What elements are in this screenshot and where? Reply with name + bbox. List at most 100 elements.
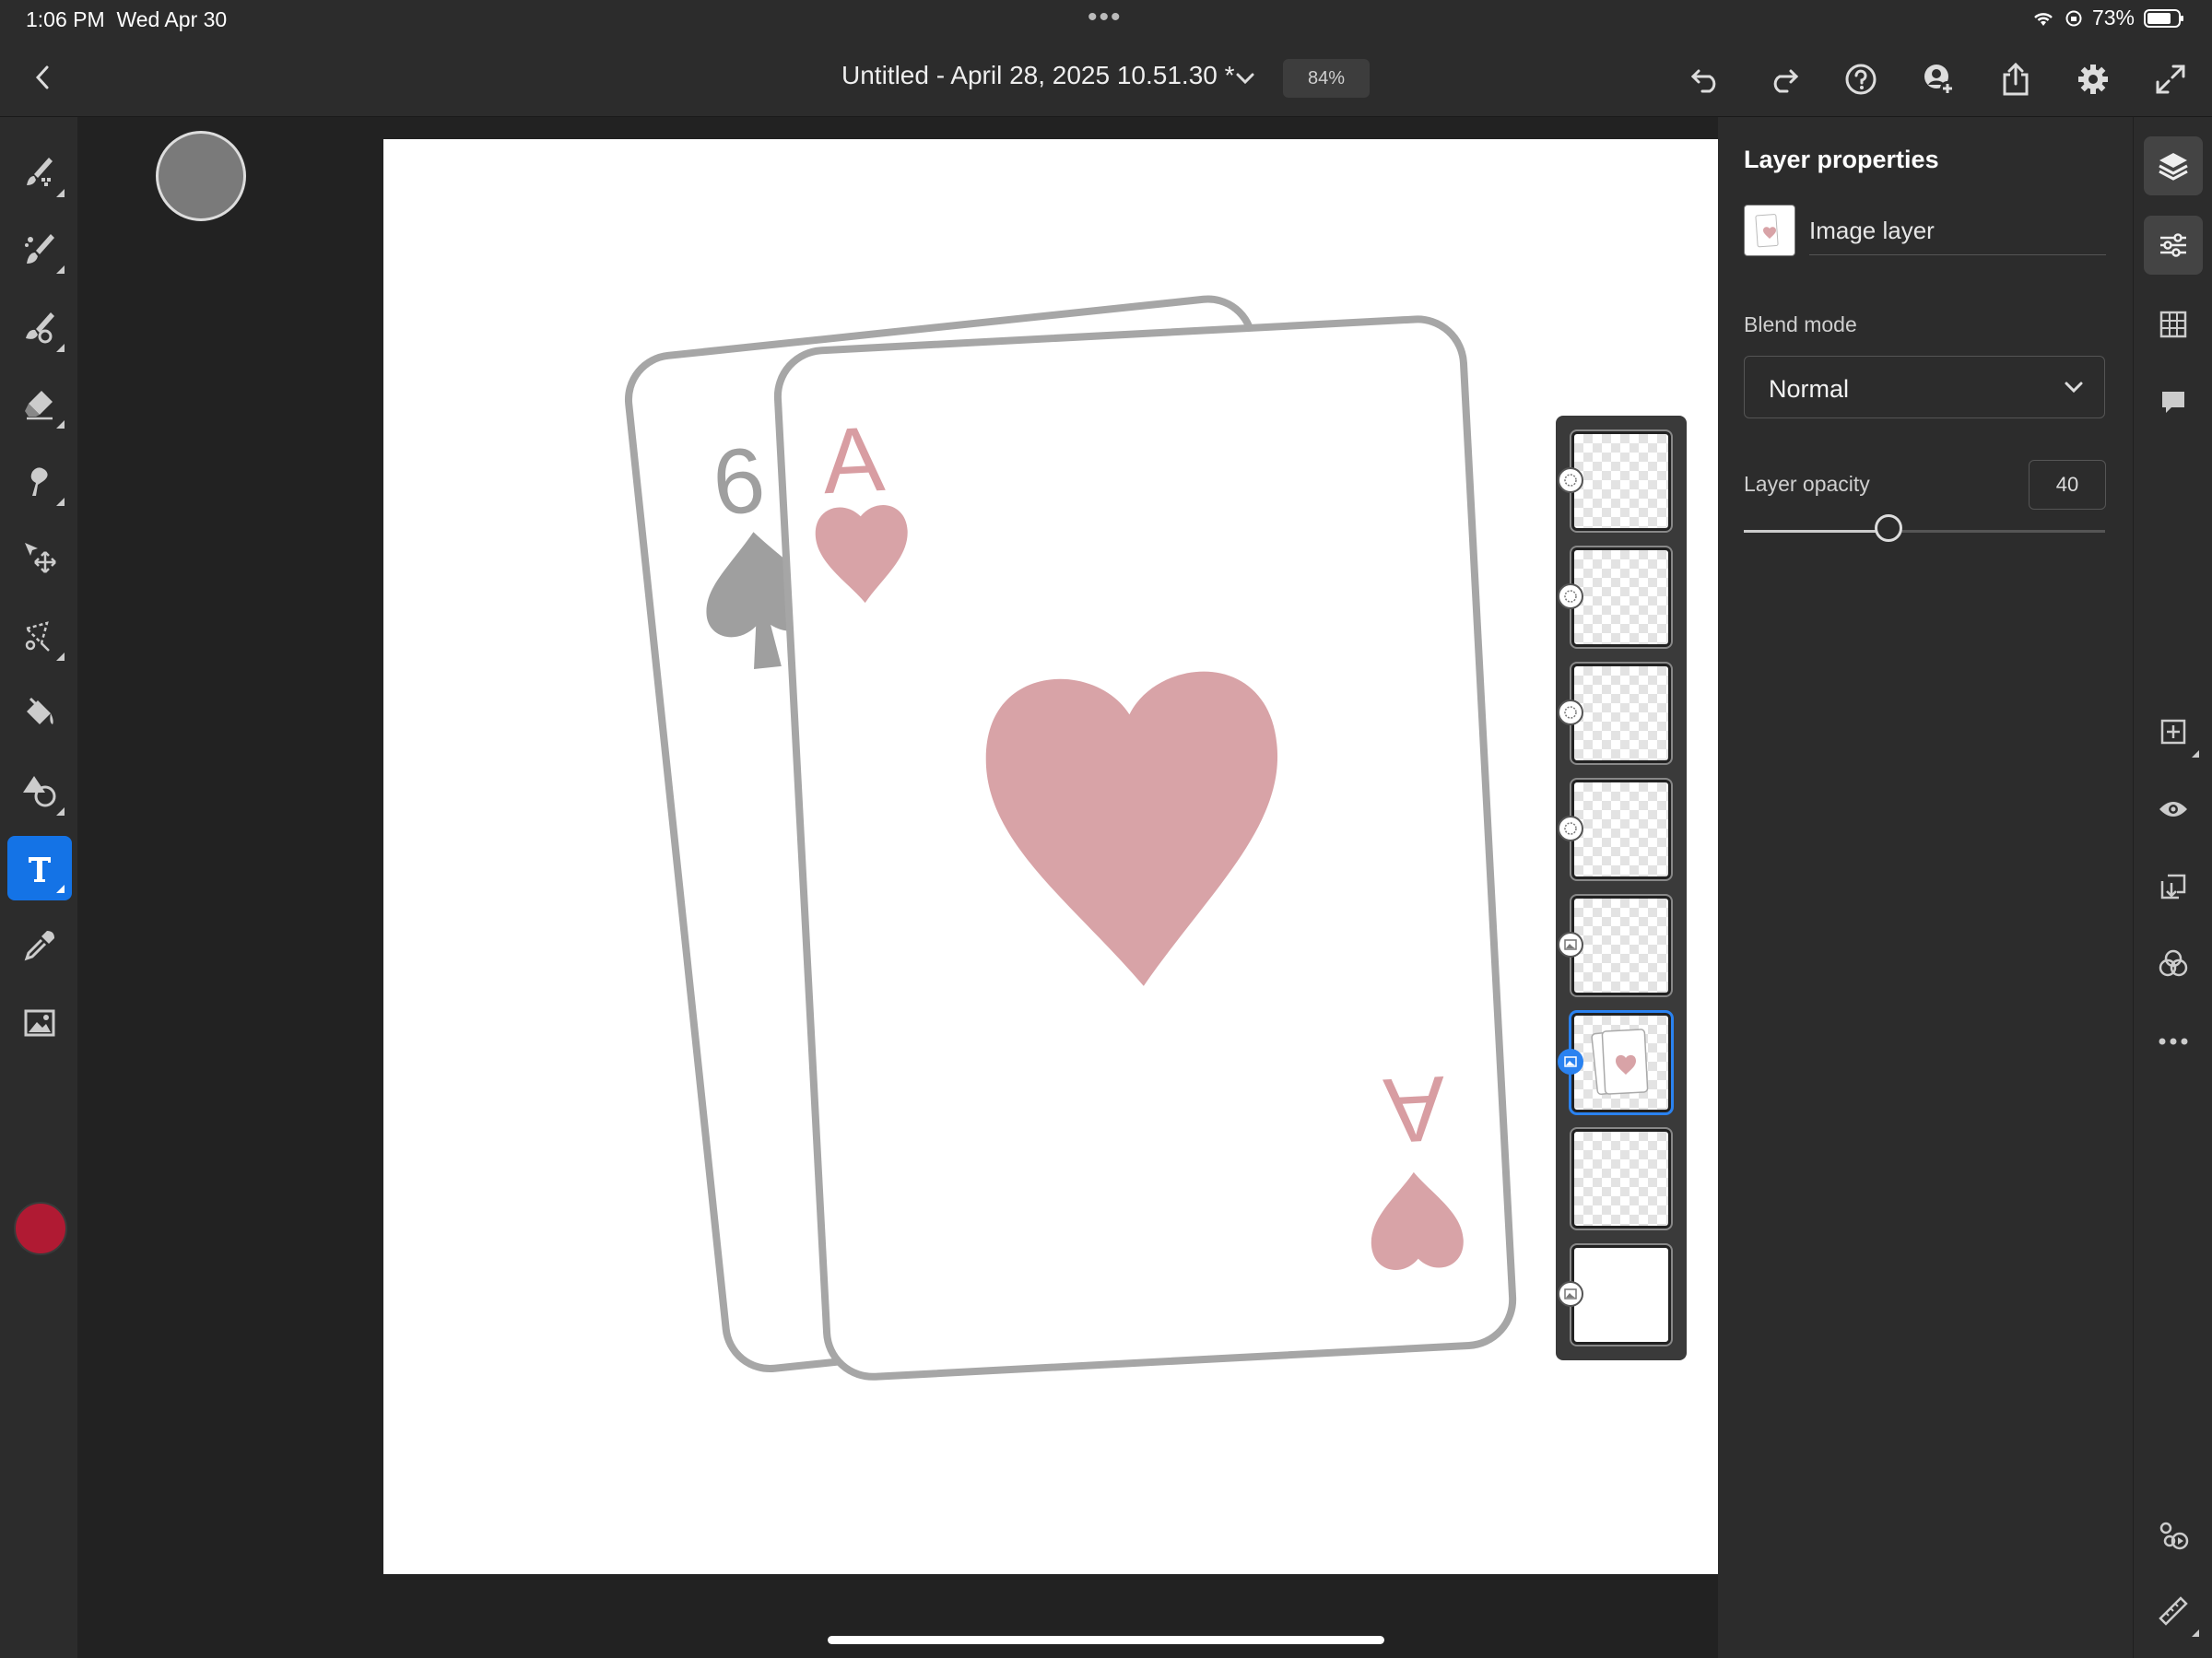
opacity-label: Layer opacity	[1744, 472, 1870, 496]
front-card-rank: A	[820, 407, 888, 513]
shapes-icon	[23, 776, 56, 807]
fullscreen-button[interactable]	[2150, 59, 2191, 100]
layer-thumbnail-8-background[interactable]	[1570, 1243, 1673, 1346]
adjustment-layer-icon	[1558, 583, 1583, 609]
image-layer-icon	[1558, 1281, 1583, 1307]
undo-button[interactable]	[1686, 59, 1726, 100]
tool-options-indicator	[56, 420, 65, 429]
layer-thumbnail-7[interactable]	[1570, 1127, 1673, 1230]
tool-eraser[interactable]	[7, 371, 72, 436]
chevron-left-icon	[35, 65, 49, 89]
layer-thumbnail-4[interactable]	[1570, 778, 1673, 881]
top-bar: Untitled - April 28, 2025 10.51.30 * 84%	[0, 39, 2212, 117]
layer-thumbnail-6-selected[interactable]	[1569, 1010, 1674, 1115]
canvas[interactable]: 6 A A	[383, 139, 1718, 1574]
tool-options-indicator	[56, 653, 65, 661]
help-button[interactable]	[1841, 59, 1881, 100]
undo-icon	[1690, 69, 1716, 93]
tool-brush[interactable]	[7, 217, 72, 281]
healing-brush-icon	[26, 312, 54, 344]
foreground-color-swatch[interactable]	[14, 1202, 67, 1255]
document-title[interactable]: Untitled - April 28, 2025 10.51.30 *	[841, 61, 1235, 90]
ruler-icon	[2159, 1596, 2188, 1626]
merge-down-button[interactable]	[2144, 857, 2203, 916]
ruler-button[interactable]	[2144, 1582, 2203, 1640]
redo-icon	[1773, 69, 1799, 93]
merge-down-icon	[2160, 874, 2186, 900]
invite-button[interactable]	[1918, 59, 1959, 100]
battery-icon	[2144, 8, 2183, 28]
title-menu-button[interactable]	[1231, 65, 1259, 92]
blend-mode-select[interactable]: Normal	[1744, 356, 2105, 418]
tool-options-indicator	[56, 189, 65, 197]
tool-lasso[interactable]	[7, 604, 72, 668]
layer-thumbnail-2[interactable]	[1570, 546, 1673, 649]
redo-button[interactable]	[1763, 59, 1804, 100]
right-sidebar	[2133, 117, 2212, 1658]
comment-icon	[2162, 392, 2184, 413]
home-indicator[interactable]	[828, 1636, 1384, 1644]
image-layer-icon	[1558, 932, 1583, 958]
opacity-slider-handle[interactable]	[1874, 514, 1902, 542]
status-bar: 1:06 PM Wed Apr 30 ••• 73%	[0, 0, 2212, 39]
layer-thumbnail-1[interactable]	[1570, 429, 1673, 533]
tool-options-indicator	[2192, 1629, 2199, 1637]
tool-selection-brush[interactable]	[7, 140, 72, 205]
layer-name[interactable]: Image layer	[1809, 217, 1935, 245]
zoom-level[interactable]: 84%	[1283, 59, 1370, 98]
divider	[1809, 254, 2106, 255]
layer-thumbnail-3[interactable]	[1570, 662, 1673, 765]
adjustment-layer-icon	[1558, 467, 1583, 493]
tool-move[interactable]	[7, 525, 72, 590]
panel-title: Layer properties	[1744, 146, 1939, 173]
adjustment-layer-icon	[1558, 700, 1583, 725]
tool-healing-brush[interactable]	[7, 295, 72, 359]
chevron-down-icon	[2060, 373, 2088, 401]
image-icon	[24, 1009, 55, 1037]
tool-paint-bucket[interactable]	[7, 681, 72, 746]
layers-icon	[2159, 153, 2188, 181]
opacity-slider[interactable]	[1744, 514, 2105, 542]
opacity-slider-fill	[1744, 530, 1888, 533]
comments-button[interactable]	[2144, 372, 2203, 431]
layer-thumbnail-5[interactable]	[1570, 894, 1673, 997]
more-options-button[interactable]	[2144, 1012, 2203, 1071]
status-indicators: 73%	[2031, 6, 2184, 30]
tool-options-indicator	[56, 265, 65, 274]
layer-visibility-button[interactable]	[2144, 780, 2203, 839]
blend-options-button[interactable]	[2144, 935, 2203, 994]
layer-properties-button[interactable]	[2144, 216, 2203, 275]
back-button[interactable]	[24, 59, 61, 96]
layers-button[interactable]	[2144, 136, 2203, 195]
expand-icon	[2156, 65, 2185, 94]
grid-button[interactable]	[2144, 295, 2203, 354]
orientation-lock-icon	[2065, 10, 2082, 26]
multitasking-dots-icon[interactable]: •••	[1088, 2, 1123, 33]
tool-type[interactable]	[7, 836, 72, 900]
brush-size-indicator[interactable]	[156, 131, 246, 221]
eraser-icon	[25, 391, 53, 420]
tool-place-image[interactable]	[7, 991, 72, 1055]
share-icon	[2003, 62, 2029, 96]
tool-eyedropper[interactable]	[7, 913, 72, 978]
tool-smudge[interactable]	[7, 449, 72, 513]
back-card-rank: 6	[708, 428, 770, 535]
layers-panel	[1556, 416, 1687, 1360]
gear-icon	[2078, 65, 2108, 94]
wifi-icon	[2034, 12, 2053, 26]
artwork: 6 A A	[624, 295, 1517, 1381]
clock-text: 1:06 PM	[26, 7, 105, 31]
image-layer-icon	[1558, 1049, 1583, 1075]
status-time: 1:06 PM Wed Apr 30	[26, 7, 227, 32]
share-button[interactable]	[1995, 59, 2036, 100]
tool-shapes[interactable]	[7, 758, 72, 823]
type-icon	[29, 857, 51, 882]
opacity-value-field[interactable]: 40	[2029, 460, 2106, 510]
livestream-button[interactable]	[2144, 1504, 2203, 1563]
settings-button[interactable]	[2073, 59, 2113, 100]
adjustment-layer-icon	[1558, 816, 1583, 841]
layer-preview	[1591, 1029, 1649, 1096]
add-layer-button[interactable]	[2144, 702, 2203, 761]
layer-thumbnail	[1744, 205, 1795, 256]
layer-properties-panel: Layer properties Image layer Blend mode …	[1718, 117, 2133, 1658]
